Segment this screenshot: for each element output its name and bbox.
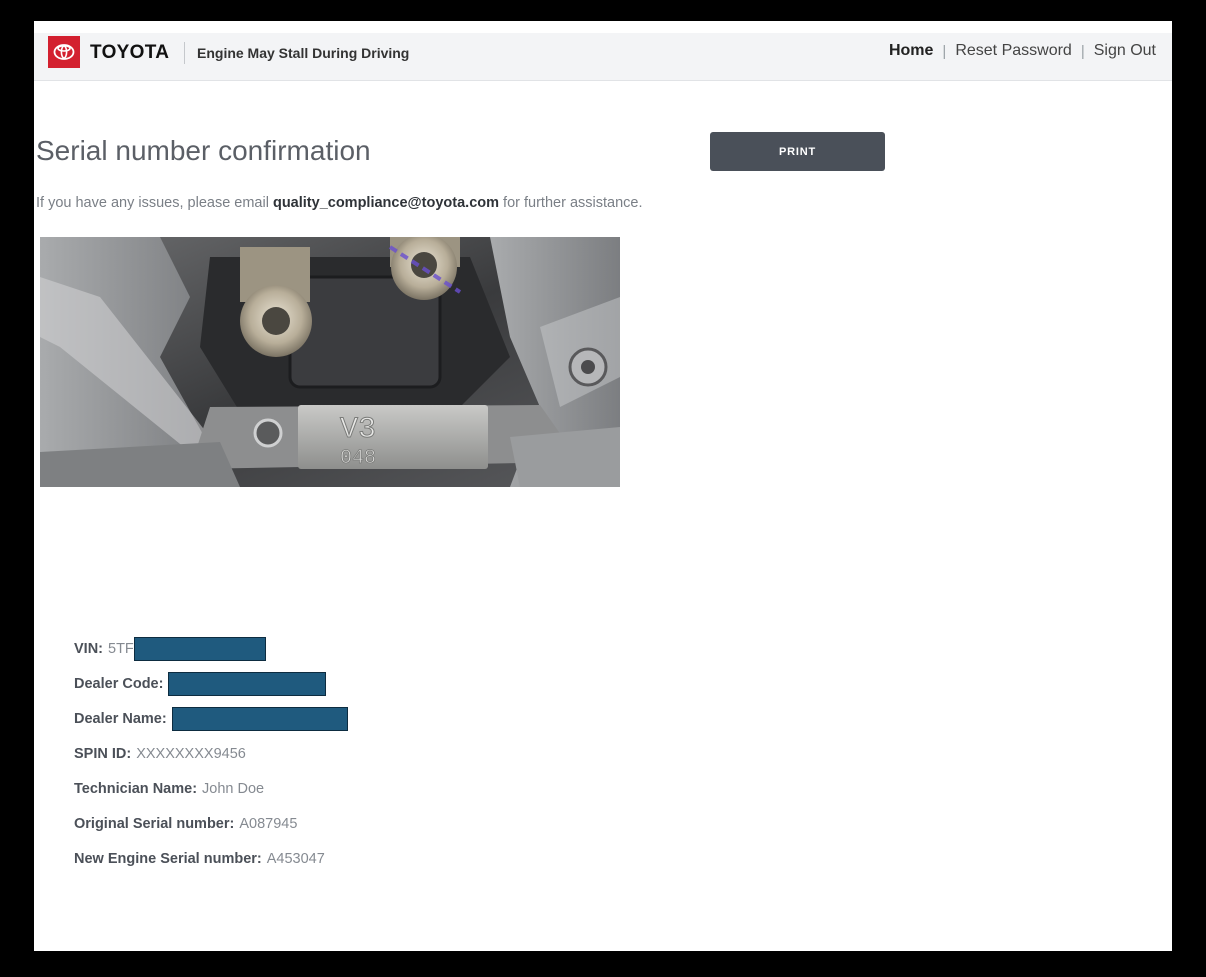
engine-marking-line2: 048 [340, 447, 376, 470]
confirmation-details: VIN: 5TF Dealer Code: Dealer Name: SPIN … [74, 631, 348, 876]
dealer-code-label: Dealer Code: [74, 675, 164, 692]
help-text-prefix: If you have any issues, please email [36, 195, 273, 211]
toyota-emblem-icon [53, 44, 75, 60]
engine-serial-photo-image: V3 048 [40, 237, 620, 487]
detail-row-new-serial: New Engine Serial number: A453047 [74, 841, 348, 876]
new-serial-label: New Engine Serial number: [74, 850, 262, 867]
nav-home-link[interactable]: Home [889, 42, 933, 60]
nav-sign-out-link[interactable]: Sign Out [1094, 42, 1156, 60]
dealer-name-redaction [171, 706, 348, 731]
detail-row-dealer-name: Dealer Name: [74, 701, 348, 736]
top-nav: Home | Reset Password | Sign Out [889, 42, 1156, 60]
original-serial-value: A087945 [239, 815, 298, 832]
nav-separator: | [1080, 42, 1085, 60]
page: TOYOTA Engine May Stall During Driving H… [34, 21, 1172, 951]
page-title: Serial number confirmation [36, 135, 371, 166]
help-text-suffix: for further assistance. [499, 195, 643, 211]
vin-label: VIN: [74, 640, 103, 657]
print-button[interactable]: PRINT [710, 132, 885, 171]
detail-row-spin-id: SPIN ID: XXXXXXXX9456 [74, 736, 348, 771]
technician-name-label: Technician Name: [74, 780, 198, 797]
brand-name: TOYOTA [90, 42, 170, 63]
dealer-code-redaction [168, 671, 327, 696]
dealer-name-label: Dealer Name: [74, 710, 167, 727]
technician-name-value: John Doe [202, 780, 265, 797]
original-serial-label: Original Serial number: [74, 815, 235, 832]
help-text: If you have any issues, please email qua… [36, 195, 642, 211]
engine-serial-photo: V3 048 [40, 237, 620, 487]
toyota-logo-icon[interactable] [48, 36, 80, 68]
nav-separator: | [942, 42, 947, 60]
detail-row-original-serial: Original Serial number: A087945 [74, 806, 348, 841]
engine-marking-line1: V3 [340, 413, 376, 447]
vin-redaction [133, 636, 266, 661]
spin-id-value: XXXXXXXX9456 [136, 745, 246, 762]
support-email-link[interactable]: quality_compliance@toyota.com [273, 195, 499, 211]
spin-id-label: SPIN ID: [74, 745, 132, 762]
campaign-subtitle: Engine May Stall During Driving [197, 45, 410, 61]
brand-divider [184, 42, 185, 64]
detail-row-technician: Technician Name: John Doe [74, 771, 348, 806]
top-header: TOYOTA Engine May Stall During Driving H… [34, 33, 1172, 81]
new-serial-value: A453047 [266, 850, 325, 867]
detail-row-dealer-code: Dealer Code: [74, 666, 348, 701]
nav-reset-password-link[interactable]: Reset Password [955, 42, 1072, 60]
vin-value: 5TF [108, 640, 134, 657]
detail-row-vin: VIN: 5TF [74, 631, 348, 666]
